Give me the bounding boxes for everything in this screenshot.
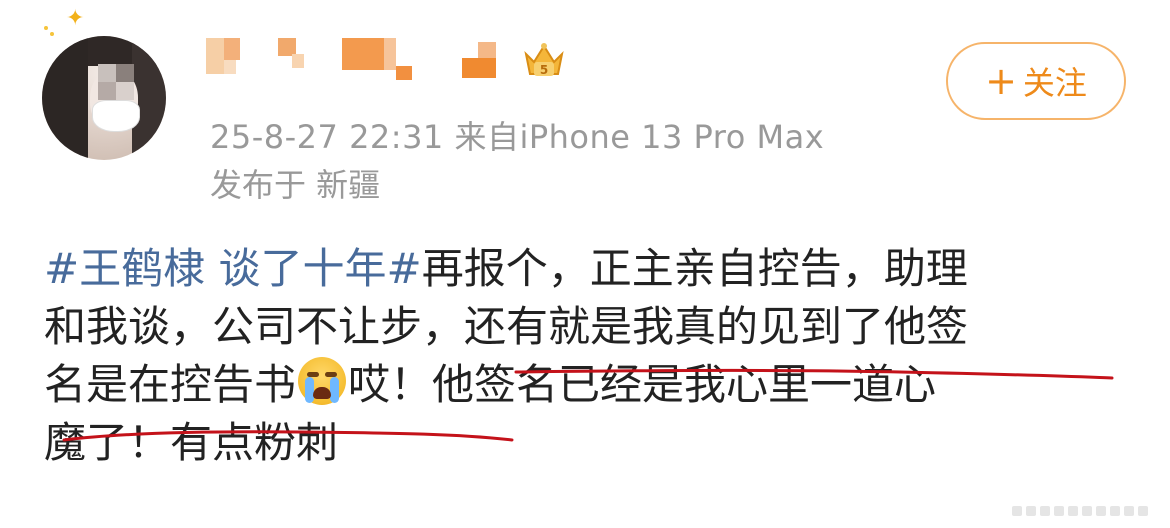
username-redacted[interactable]: [200, 30, 520, 82]
follow-label: 关注: [1022, 64, 1087, 102]
post-meta: 25-8-27 22:31 来自iPhone 13 Pro Max: [210, 112, 824, 158]
post-line-2: 和我谈，公司不让步，还有就是我真的见到了他签: [44, 302, 969, 351]
sparkle-icon: ✦: [66, 6, 85, 31]
post-text: 名是在控告书: [44, 360, 297, 409]
watermark: [1012, 506, 1148, 516]
avatar-pixel: [98, 64, 116, 82]
avatar-hair-left: [42, 36, 88, 160]
avatar-mask: [92, 100, 140, 132]
post-source: 来自iPhone 13 Pro Max: [454, 118, 825, 156]
avatar[interactable]: [42, 36, 166, 160]
post-line-4: 魔了！有点粉刺: [44, 418, 339, 467]
svg-text:5: 5: [540, 63, 548, 77]
crying-emoji-icon: [298, 357, 347, 405]
avatar-pixel: [116, 82, 134, 100]
post-line-1: #王鹤棣 谈了十年#再报个，正主亲自控告，助理: [44, 240, 1134, 298]
topic-link[interactable]: #王鹤棣 谈了十年#: [44, 244, 422, 293]
sparkle-dots-icon: [44, 26, 54, 36]
post-text: 再报个，正主亲自控告，助理: [421, 244, 968, 293]
post-timestamp: 25-8-27 22:31: [210, 118, 444, 156]
crown-badge-icon: 5: [524, 43, 564, 77]
post-text: 哎！他签名已经是我心里一道心: [348, 360, 937, 409]
post-location: 发布于 新疆: [210, 166, 381, 204]
plus-icon: +: [985, 59, 1017, 103]
follow-button[interactable]: + 关注: [946, 42, 1126, 120]
post-line-3: 名是在控告书 哎！他签名已经是我心里一道心: [44, 356, 1134, 414]
post-body: #王鹤棣 谈了十年#再报个，正主亲自控告，助理 和我谈，公司不让步，还有就是我真…: [44, 240, 1134, 472]
avatar-pixel: [98, 82, 116, 100]
avatar-pixel: [116, 64, 134, 82]
